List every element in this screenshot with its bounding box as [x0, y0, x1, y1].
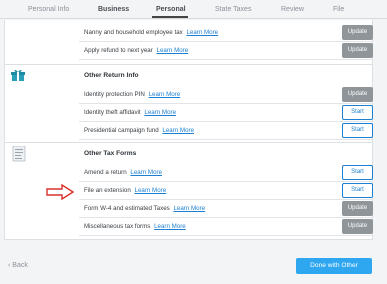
active-tab-indicator: [152, 16, 188, 18]
red-arrow-icon: [46, 183, 75, 201]
tab-business[interactable]: Business: [98, 6, 129, 13]
section-divider: [4, 64, 373, 65]
footer-bar: ‹ Back Done with Other: [0, 252, 387, 284]
tab-personal[interactable]: Personal: [156, 6, 186, 13]
learn-more-link[interactable]: Learn More: [157, 47, 189, 54]
row-label: Form W-4 and estimated Taxes Learn More: [84, 205, 206, 212]
tab-review[interactable]: Review: [281, 6, 304, 13]
list-item: Amend a return Learn More Start: [79, 164, 373, 182]
row-label: File an extension Learn More: [84, 187, 167, 194]
list-item: Nanny and household employee tax Learn M…: [79, 24, 373, 42]
learn-more-link[interactable]: Learn More: [154, 223, 186, 230]
learn-more-link[interactable]: Learn More: [144, 109, 176, 116]
row-label: Presidential campaign fund Learn More: [84, 127, 195, 134]
section-title-other-return-info: Other Return Info: [84, 72, 139, 79]
row-label: Identity protection PIN Learn More: [84, 91, 181, 98]
learn-more-link[interactable]: Learn More: [135, 187, 167, 194]
tab-personal-info[interactable]: Personal Info: [28, 6, 69, 13]
list-item: Apply refund to next year Learn More Upd…: [79, 42, 373, 60]
row-label: Identity theft affidavit Learn More: [84, 109, 177, 116]
back-button[interactable]: ‹ Back: [8, 262, 28, 269]
update-button[interactable]: Update: [342, 219, 373, 234]
list-item: Identity protection PIN Learn More Updat…: [79, 86, 373, 104]
list-item: Form W-4 and estimated Taxes Learn More …: [79, 200, 373, 218]
list-item: Miscellaneous tax forms Learn More Updat…: [79, 218, 373, 236]
start-button[interactable]: Start: [342, 105, 373, 120]
start-button[interactable]: Start: [342, 123, 373, 138]
update-button[interactable]: Update: [342, 87, 373, 102]
row-label: Nanny and household employee tax Learn M…: [84, 29, 219, 36]
list-item: File an extension Learn More Start: [79, 182, 373, 200]
document-icon: [12, 145, 26, 162]
update-button[interactable]: Update: [342, 43, 373, 58]
update-button[interactable]: Update: [342, 201, 373, 216]
learn-more-link[interactable]: Learn More: [173, 205, 205, 212]
top-nav: Personal Info Business Personal State Ta…: [0, 0, 387, 19]
done-with-other-button[interactable]: Done with Other: [296, 258, 372, 274]
tab-state-taxes[interactable]: State Taxes: [215, 6, 251, 13]
learn-more-link[interactable]: Learn More: [162, 127, 194, 134]
section-divider: [4, 142, 373, 143]
tab-file[interactable]: File: [333, 6, 344, 13]
row-label: Miscellaneous tax forms Learn More: [84, 223, 186, 230]
list-item: Identity theft affidavit Learn More Star…: [79, 104, 373, 122]
list-item: Presidential campaign fund Learn More St…: [79, 122, 373, 140]
gift-box-icon: [11, 68, 25, 82]
start-button[interactable]: Start: [342, 183, 373, 198]
section-title-other-tax-forms: Other Tax Forms: [84, 150, 137, 157]
learn-more-link[interactable]: Learn More: [186, 29, 218, 36]
start-button[interactable]: Start: [342, 165, 373, 180]
row-label: Amend a return Learn More: [84, 169, 163, 176]
learn-more-link[interactable]: Learn More: [149, 91, 181, 98]
update-button[interactable]: Update: [342, 25, 373, 40]
row-label: Apply refund to next year Learn More: [84, 47, 189, 54]
learn-more-link[interactable]: Learn More: [130, 169, 162, 176]
